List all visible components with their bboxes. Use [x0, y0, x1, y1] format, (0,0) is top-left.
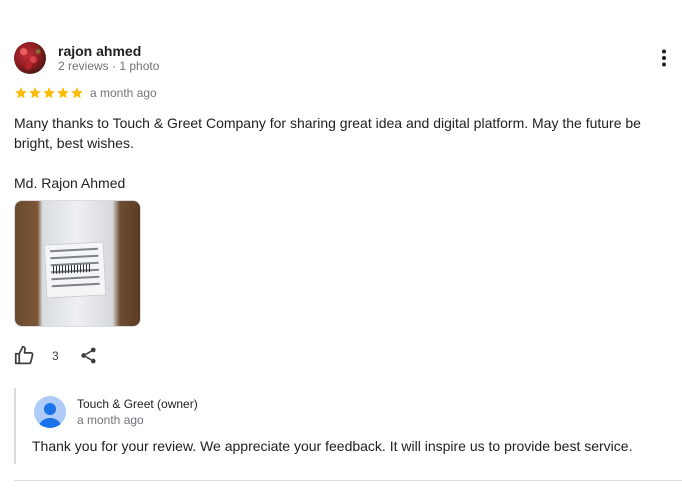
more-options-button[interactable] [654, 48, 674, 68]
rating-stars [14, 86, 84, 100]
like-button[interactable]: 3 [14, 345, 59, 366]
reviewer-meta: 2 reviews · 1 photo [58, 59, 160, 73]
review-photo[interactable] [14, 200, 141, 327]
review-text-body: Many thanks to Touch & Greet Company for… [14, 115, 641, 151]
owner-reply-text: Thank you for your review. We appreciate… [32, 438, 633, 454]
owner-avatar [34, 396, 66, 428]
thumb-up-icon [14, 345, 34, 365]
review-time: a month ago [90, 86, 157, 100]
divider [14, 480, 682, 481]
reviewer-name[interactable]: rajon ahmed [58, 43, 141, 59]
like-count: 3 [52, 348, 59, 363]
owner-reply-time: a month ago [77, 413, 144, 427]
reviewer-avatar[interactable] [14, 42, 46, 74]
review-card: rajon ahmed 2 reviews · 1 photo a month … [0, 0, 682, 491]
star-icon [29, 87, 41, 99]
owner-name: Touch & Greet (owner) [77, 397, 198, 411]
owner-reply: Touch & Greet (owner) a month ago Thank … [14, 388, 682, 464]
star-icon [57, 87, 69, 99]
share-icon [81, 347, 96, 364]
star-icon [43, 87, 55, 99]
review-text: Many thanks to Touch & Greet Company for… [14, 113, 664, 153]
star-icon [15, 87, 27, 99]
share-button[interactable] [79, 346, 98, 365]
more-vert-icon [662, 49, 666, 67]
person-icon [38, 403, 62, 428]
star-icon [71, 87, 83, 99]
review-signature: Md. Rajon Ahmed [14, 175, 126, 191]
